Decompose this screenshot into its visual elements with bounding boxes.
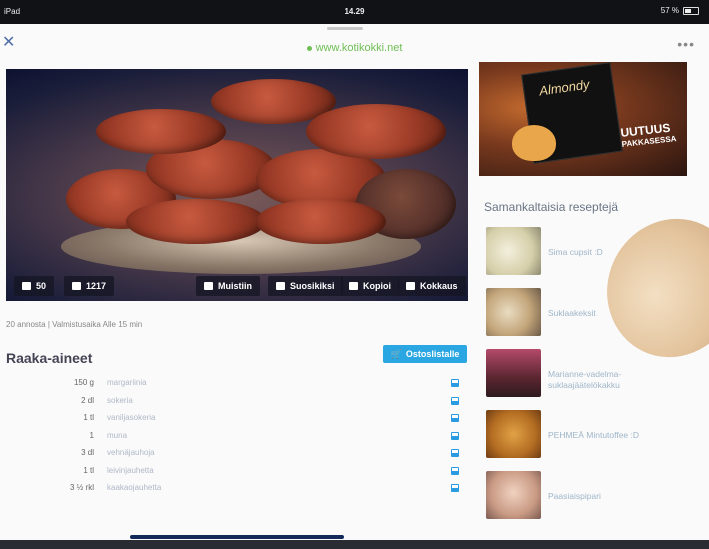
ingredient-qty: 3 dl (81, 448, 94, 457)
recipe-thumbnail (486, 471, 541, 519)
ingredient-row: 1 tl vaniljasokeria (0, 413, 470, 431)
cookie-image (96, 109, 226, 154)
ingredient-name: leivinjauhetta (107, 465, 154, 475)
ingredient-qty: 150 g (73, 378, 94, 387)
more-options-icon[interactable]: ••• (677, 36, 695, 52)
ingredient-name: sokeria (107, 395, 133, 405)
similar-recipe-item[interactable]: PEHMEÄ Mintutoffee :D (484, 410, 694, 471)
status-right: 57 % (661, 6, 699, 15)
ingredient-name: margariinia (107, 378, 147, 387)
cook-label: Kokkaus (420, 281, 458, 291)
status-bar: iPad 14.29 57 % (0, 0, 709, 24)
recipe-thumbnail (486, 410, 541, 458)
comments-count: 50 (36, 281, 47, 291)
ingredient-row: 1 tl leivinjauhetta (0, 466, 470, 484)
ingredient-row: 3 dl vehnäjauhoja (0, 448, 470, 466)
add-to-list-checkbox[interactable] (451, 466, 459, 475)
ingredient-row: 1 muna (0, 431, 470, 449)
comments-button[interactable]: 50 (14, 276, 55, 296)
ingredient-row: 3 ½ rkl kaakaojauhetta (0, 483, 470, 501)
add-to-list-checkbox[interactable] (451, 484, 459, 492)
cookie-image (126, 199, 266, 244)
secure-dot-icon (306, 45, 312, 51)
ingredient-qty: 2 dl (81, 395, 94, 405)
favorite-label: Suosikiksi (290, 281, 335, 291)
copy-label: Kopioi (363, 281, 391, 291)
ingredient-qty: 1 tl (83, 465, 94, 475)
cook-button[interactable]: Kokkaus (398, 276, 466, 296)
copy-button[interactable]: Kopioi (341, 276, 399, 296)
ingredient-name: kaakaojauhetta (107, 483, 162, 492)
ad-headline: UUTUUS PAKKASESSA (620, 121, 677, 151)
similar-recipe-item[interactable]: Paasiaispipari (484, 471, 694, 532)
sheet-grabber[interactable] (327, 27, 363, 30)
recipe-thumbnail (486, 288, 541, 336)
battery-icon (683, 6, 699, 15)
star-icon (276, 282, 285, 290)
ingredient-name: muna (107, 430, 128, 440)
pin-icon (204, 282, 213, 290)
cookie-image (306, 104, 446, 159)
recipe-thumbnail (486, 227, 541, 275)
similar-recipe-item[interactable]: Marianne-vadelma-suklaajäätelökakku (484, 349, 694, 410)
advertisement-banner[interactable]: Almondy UUTUUS PAKKASESSA (479, 62, 687, 176)
ingredient-list: 150 g margariinia 2 dl sokeria 1 tl vanilja… (0, 378, 470, 501)
ingredient-name: vehnäjauhoja (107, 448, 155, 457)
likes-button[interactable]: 1217 (64, 276, 115, 296)
ingredient-qty: 1 tl (83, 413, 94, 422)
favorite-button[interactable]: Suosikiksi (268, 276, 343, 296)
url-text: www.kotikokki.net (315, 42, 403, 54)
ingredient-name: vaniljasokeria (107, 413, 156, 422)
likes-count: 1217 (86, 281, 107, 291)
add-to-list-checkbox[interactable] (451, 396, 459, 405)
ingredient-qty: 1 (89, 430, 94, 440)
shopping-list-button[interactable]: 🛒 Ostoslistalle (383, 345, 467, 363)
recipe-link: PEHMEÄ Mintutoffee :D (548, 430, 640, 440)
cart-icon: 🛒 (390, 348, 402, 359)
clock: 14.29 (344, 7, 365, 16)
recipe-link: Paasiaispipari (548, 491, 601, 501)
add-to-list-checkbox[interactable] (451, 431, 459, 440)
recipe-thumbnail (486, 349, 541, 397)
screen: iPad 14.29 57 % ✕ www.kotikokki.net ••• … (0, 0, 709, 540)
recipe-photo: 50 1217 Muistiin Suosikiksi Kopioi Kokka… (6, 69, 468, 301)
add-to-list-checkbox[interactable] (451, 379, 459, 387)
ingredients-title: Raaka-aineet (6, 350, 93, 366)
ad-heart-badge (512, 125, 556, 161)
battery-percent: 57 % (660, 6, 679, 15)
save-label: Muistiin (218, 281, 252, 291)
url-bar[interactable]: www.kotikokki.net (0, 42, 709, 54)
add-to-list-checkbox[interactable] (451, 449, 459, 457)
ingredient-row: 150 g margariinia (0, 378, 470, 396)
horizontal-scrollbar[interactable] (130, 535, 344, 539)
ingredient-qty: 3 ½ rkl (69, 483, 94, 492)
cook-icon (406, 282, 415, 290)
recipe-meta: 20 annosta | Valmistusaika Alle 15 min (6, 320, 143, 329)
copy-icon (349, 282, 358, 290)
add-to-list-checkbox[interactable] (451, 414, 459, 422)
cookie-image (256, 199, 386, 244)
thumbs-up-icon (72, 282, 81, 290)
ingredient-row: 2 dl sokeria (0, 396, 470, 414)
comment-icon (22, 282, 31, 290)
similar-recipes-title: Samankaltaisia reseptejä (484, 200, 619, 214)
shopping-list-label: Ostoslistalle (405, 349, 460, 359)
save-button[interactable]: Muistiin (196, 276, 260, 296)
recipe-link: Marianne-vadelma-suklaajäätelökakku (548, 369, 622, 390)
browser-topbar: ✕ www.kotikokki.net ••• (0, 32, 709, 58)
photo-action-bar: 50 1217 Muistiin Suosikiksi Kopioi Kokka… (6, 271, 468, 301)
